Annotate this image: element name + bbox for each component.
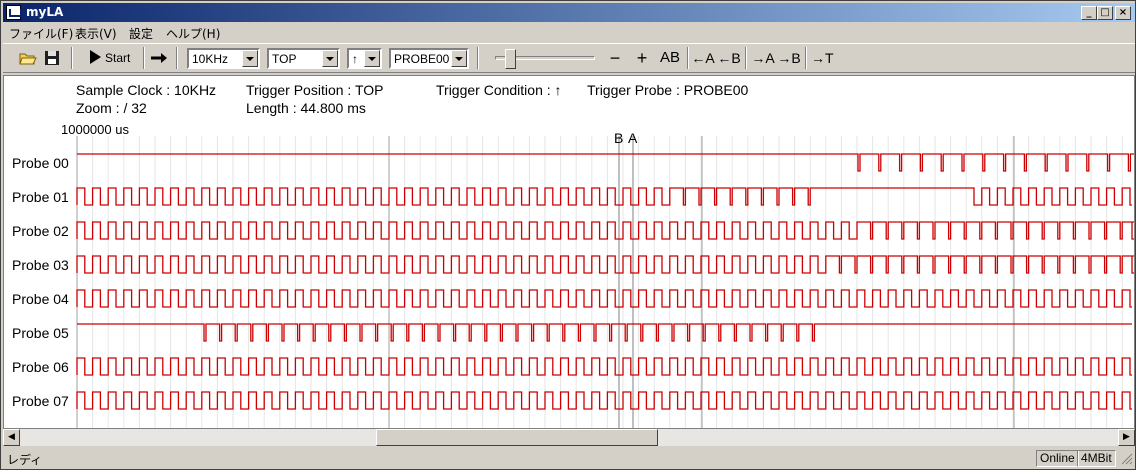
- memory-status: 4MBit: [1077, 450, 1116, 467]
- waveform-canvas[interactable]: Sample Clock : 10KHz Zoom : / 32 Trigger…: [3, 75, 1135, 429]
- trigger-position-select[interactable]: TOP: [267, 48, 340, 69]
- sample-clock-select[interactable]: 10KHz: [187, 48, 260, 69]
- probe-label-00: Probe 00: [12, 155, 69, 171]
- probe-label-01: Probe 01: [12, 189, 69, 205]
- trigger-probe-select[interactable]: PROBE00: [389, 48, 469, 69]
- start-label: Start: [105, 51, 131, 65]
- probe-trace-05: [77, 323, 1132, 342]
- maximize-button[interactable]: □: [1097, 6, 1113, 20]
- menu-settings[interactable]: 設定: [129, 25, 153, 42]
- menu-file[interactable]: ファイル(F): [9, 25, 73, 42]
- cursor-b-label: B: [614, 130, 624, 146]
- toolbar-separator: [71, 47, 73, 69]
- close-button[interactable]: ×: [1115, 6, 1131, 20]
- zoom-out-button[interactable]: −: [604, 47, 626, 69]
- toolbar-separator: [143, 47, 145, 69]
- probe-label-02: Probe 02: [12, 223, 69, 239]
- move-b-right-button[interactable]: →B: [777, 47, 801, 69]
- start-button[interactable]: Start: [81, 47, 137, 69]
- menu-bar: ファイル(F) 表示(V) 設定 ヘルプ(H): [3, 23, 1135, 41]
- toolbar-separator: [687, 47, 689, 69]
- toolbar-separator: [805, 47, 807, 69]
- open-button[interactable]: [17, 47, 39, 69]
- probe-trace-04: [76, 289, 1132, 308]
- sample-clock-value: 10KHz: [192, 52, 229, 66]
- ab-button[interactable]: AB: [657, 47, 683, 69]
- toolbar-separator: [745, 47, 747, 69]
- probe-trace-03: [76, 255, 1134, 274]
- scroll-right-icon[interactable]: ▶: [1118, 429, 1135, 446]
- probe-label-07: Probe 07: [12, 393, 69, 409]
- chevron-down-icon[interactable]: [242, 50, 258, 67]
- trigger-probe-value: PROBE00: [394, 52, 450, 66]
- floppy-disk-icon: [45, 51, 59, 65]
- probe-trace-01: [76, 187, 1132, 206]
- horizontal-scrollbar[interactable]: ◀ ▶: [3, 429, 1135, 446]
- move-trigger-button[interactable]: →T: [811, 47, 834, 69]
- minimize-button[interactable]: _: [1081, 6, 1097, 20]
- toolbar-separator: [176, 47, 178, 69]
- trigger-condition-value: ↑: [352, 52, 358, 66]
- probe-trace-02: [76, 221, 1134, 240]
- title-bar: myLA _ □ ×: [3, 3, 1135, 22]
- app-window: myLA _ □ × ファイル(F) 表示(V) 設定 ヘルプ(H) Start…: [0, 0, 1136, 470]
- save-button[interactable]: [41, 47, 63, 69]
- probe-label-04: Probe 04: [12, 291, 69, 307]
- scroll-left-icon[interactable]: ◀: [3, 429, 20, 446]
- right-arrow-icon: [151, 53, 167, 63]
- app-icon: [6, 5, 22, 20]
- trigger-condition-select[interactable]: ↑: [347, 48, 382, 69]
- online-status: Online: [1036, 450, 1079, 467]
- probe-trace-00: [77, 153, 1134, 172]
- chevron-down-icon[interactable]: [364, 50, 380, 67]
- toolbar-separator: [477, 47, 479, 69]
- window-title: myLA: [26, 5, 64, 19]
- waveform-plot[interactable]: [4, 76, 1134, 428]
- move-b-left-button[interactable]: ←B: [717, 47, 741, 69]
- resize-grip-icon[interactable]: [1121, 453, 1133, 465]
- zoom-slider-thumb[interactable]: [505, 49, 516, 69]
- zoom-in-button[interactable]: +: [631, 47, 653, 69]
- scrollbar-thumb[interactable]: [376, 429, 658, 446]
- probe-trace-07: [76, 391, 1132, 410]
- status-text: レディ: [7, 453, 43, 467]
- probe-label-03: Probe 03: [12, 257, 69, 273]
- step-button[interactable]: [148, 47, 170, 69]
- probe-label-05: Probe 05: [12, 325, 69, 341]
- probe-label-06: Probe 06: [12, 359, 69, 375]
- chevron-down-icon[interactable]: [451, 50, 467, 67]
- cursor-a-label: A: [628, 130, 638, 146]
- play-icon: [89, 50, 101, 64]
- trigger-position-value: TOP: [272, 52, 297, 66]
- toolbar: Start 10KHz TOP ↑ PROBE00 − + AB ←A ←B →…: [3, 43, 1135, 73]
- status-bar: レディ Online 4MBit: [3, 448, 1135, 469]
- menu-help[interactable]: ヘルプ(H): [166, 25, 220, 42]
- chevron-down-icon[interactable]: [322, 50, 338, 67]
- move-a-left-button[interactable]: ←A: [691, 47, 715, 69]
- menu-view[interactable]: 表示(V): [75, 25, 117, 42]
- move-a-right-button[interactable]: →A: [751, 47, 775, 69]
- folder-open-icon: [19, 53, 37, 65]
- probe-trace-06: [76, 357, 1132, 376]
